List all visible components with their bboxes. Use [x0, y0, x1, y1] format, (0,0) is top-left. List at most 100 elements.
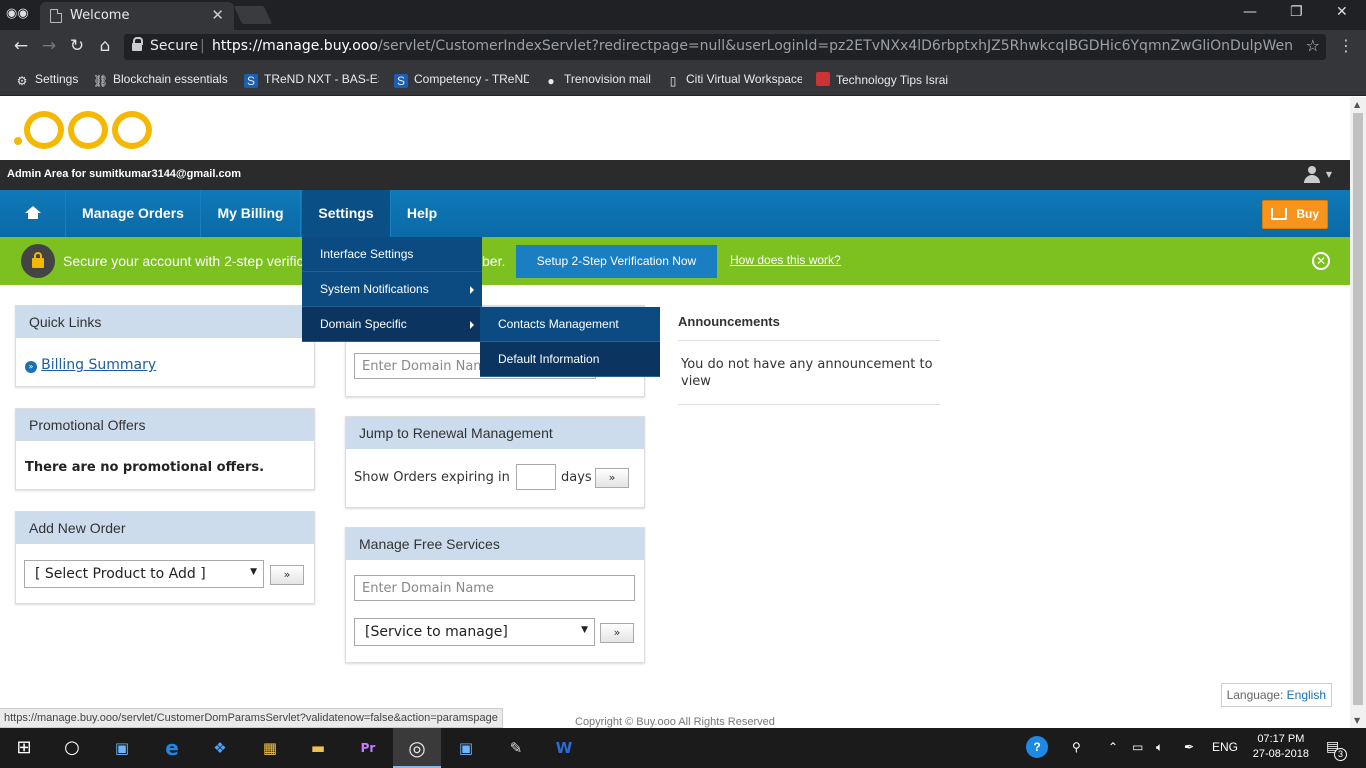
tab-title: Welcome: [70, 8, 130, 23]
help-icon[interactable]: ?: [1026, 736, 1048, 758]
store-icon[interactable]: ▦: [258, 736, 282, 760]
chevron-down-icon[interactable]: ▼: [1326, 170, 1332, 179]
menu-item-domain-specific[interactable]: Domain Specific: [302, 307, 482, 342]
bookmark-competency[interactable]: S Competency - TReND: [394, 72, 529, 88]
buy-button[interactable]: Buy: [1262, 200, 1328, 229]
url-text[interactable]: https://manage.buy.ooo/servlet/CustomerI…: [212, 38, 1292, 54]
browser-toolbar: ← → ↻ ⌂ Secure | https://manage.buy.ooo/…: [0, 30, 1366, 64]
bookmark-trend-nxt[interactable]: S TReND NXT - BAS-ES: [244, 72, 379, 88]
nav-manage-orders[interactable]: Manage Orders: [66, 190, 201, 237]
language-selector[interactable]: Language: English: [1220, 683, 1332, 707]
gear-icon: ⚙: [16, 74, 28, 88]
add-order-go-button[interactable]: »: [270, 565, 304, 585]
bookmark-tech-tips[interactable]: Technology Tips Israi: [816, 72, 952, 87]
chrome-icon[interactable]: ◎: [393, 736, 441, 768]
dropdown-arrow-icon: ▼: [250, 567, 257, 577]
close-window-icon[interactable]: ✕: [1336, 4, 1348, 20]
menu-item-system-notifications[interactable]: System Notifications: [302, 272, 482, 307]
divider: [678, 404, 940, 405]
bookmark-citi[interactable]: ▯ Citi Virtual Workspace: [666, 72, 802, 88]
user-icon[interactable]: [1304, 166, 1320, 183]
main-nav: Manage Orders My Billing Settings Help B…: [0, 190, 1350, 237]
expiring-days-input[interactable]: [516, 464, 556, 490]
page-scrollbar[interactable]: ▲ ▼: [1350, 97, 1366, 728]
clock[interactable]: 07:17 PM 27-08-2018: [1253, 732, 1309, 762]
notification-count-badge: 3: [1334, 748, 1347, 761]
pen-icon[interactable]: ✒: [1184, 740, 1194, 754]
bookmark-star-icon[interactable]: ☆: [1306, 36, 1320, 55]
blockchain-icon: ⛓: [93, 74, 109, 88]
admin-bar: Admin Area for sumitkumar3144@gmail.com …: [0, 160, 1350, 190]
close-icon[interactable]: ✕: [1312, 252, 1330, 270]
how-does-this-work-link[interactable]: How does this work?: [730, 253, 841, 267]
billing-summary-link[interactable]: Billing Summary: [41, 357, 156, 373]
free-services-domain-input[interactable]: Enter Domain Name: [354, 575, 635, 601]
language-indicator[interactable]: ENG: [1212, 740, 1238, 754]
search-circle-icon[interactable]: ○: [60, 736, 84, 760]
back-icon[interactable]: ←: [10, 36, 32, 56]
browser-tab[interactable]: Welcome ✕: [40, 2, 234, 30]
menu-item-label: System Notifications: [320, 282, 429, 296]
browser-menu-icon[interactable]: ⋮: [1338, 36, 1354, 55]
mail-icon: ●: [547, 74, 555, 88]
people-icon[interactable]: ⚲: [1072, 740, 1081, 754]
setup-2step-button[interactable]: Setup 2-Step Verification Now: [516, 245, 717, 278]
bookmark-settings[interactable]: ⚙ Settings: [15, 72, 79, 88]
paint-icon[interactable]: ✎: [504, 736, 528, 760]
scrollbar-thumb[interactable]: [1353, 113, 1363, 705]
renewal-panel: Jump to Renewal Management Show Orders e…: [345, 416, 645, 508]
no-offers-text: There are no promotional offers.: [25, 460, 265, 475]
battery-icon[interactable]: ▭: [1132, 740, 1143, 754]
scroll-up-icon[interactable]: ▲: [1354, 100, 1360, 109]
logo-o: [68, 111, 108, 149]
reload-icon[interactable]: ↻: [66, 36, 88, 56]
menu-item-interface-settings[interactable]: Interface Settings: [302, 237, 482, 272]
dropbox-icon[interactable]: ❖: [208, 736, 232, 760]
url-host: https://manage.buy.ooo: [212, 38, 378, 54]
renewal-go-button[interactable]: »: [595, 468, 629, 488]
settings-dropdown-menu: Interface Settings System Notifications …: [302, 237, 482, 342]
panel-title: Add New Order: [16, 512, 314, 544]
nav-my-billing[interactable]: My Billing: [201, 190, 301, 237]
photos-icon[interactable]: ▣: [110, 736, 134, 760]
bookmark-trenovision[interactable]: ● Trenovision mail: [544, 72, 651, 88]
menu-item-contacts-management[interactable]: Contacts Management: [480, 307, 660, 342]
menu-item-default-information[interactable]: Default Information: [480, 342, 660, 377]
cart-icon: [1271, 208, 1287, 220]
close-tab-icon[interactable]: ✕: [211, 6, 224, 24]
clock-time: 07:17 PM: [1257, 733, 1305, 745]
address-bar[interactable]: Secure | https://manage.buy.ooo/servlet/…: [124, 34, 1326, 60]
bookmark-blockchain[interactable]: ⛓ Blockchain essentials: [93, 72, 228, 88]
photos-icon[interactable]: ▣: [454, 736, 478, 760]
nav-home[interactable]: [0, 190, 66, 237]
select-product-dropdown[interactable]: [ Select Product to Add ] ▼: [24, 560, 264, 588]
windows-start-icon[interactable]: ⊞: [12, 736, 36, 760]
s-logo-icon: S: [394, 74, 408, 88]
windows-taskbar: ⊞ ○ ▣ e ❖ ▦ ▬ Pr ◎ ▣ ✎ W ? ⚲ ⌃ ▭ 🔈︎ ✒ EN…: [0, 728, 1366, 768]
free-services-go-button[interactable]: »: [600, 623, 634, 643]
service-to-manage-dropdown[interactable]: [Service to manage] ▼: [354, 618, 595, 646]
two-step-banner: Secure your account with 2-step verific …: [0, 237, 1350, 285]
home-icon: [25, 206, 41, 220]
bookmark-label: Trenovision mail: [564, 72, 651, 86]
chevron-up-icon[interactable]: ⌃: [1108, 740, 1118, 754]
nav-settings[interactable]: Settings: [302, 190, 391, 237]
maximize-icon[interactable]: ❐: [1290, 4, 1303, 20]
nav-help[interactable]: Help: [391, 190, 453, 237]
renewal-label: Show Orders expiring in: [354, 470, 510, 485]
logo-o: [24, 111, 64, 149]
forward-icon[interactable]: →: [38, 36, 60, 56]
edge-icon[interactable]: e: [160, 736, 184, 760]
premiere-icon[interactable]: Pr: [356, 736, 380, 760]
minimize-icon[interactable]: —: [1243, 4, 1257, 20]
home-icon[interactable]: ⌂: [94, 36, 116, 56]
scroll-down-icon[interactable]: ▼: [1354, 716, 1360, 725]
file-explorer-icon[interactable]: ▬: [306, 736, 330, 760]
volume-icon[interactable]: 🔈︎: [1156, 740, 1163, 755]
page-icon: [50, 9, 62, 23]
new-tab-button[interactable]: [233, 6, 273, 24]
bookmark-label: Technology Tips Israi: [836, 73, 949, 87]
announcements-text: You do not have any announcement to view: [681, 357, 933, 389]
word-icon[interactable]: W: [552, 736, 576, 760]
add-new-order-panel: Add New Order [ Select Product to Add ] …: [15, 511, 315, 604]
